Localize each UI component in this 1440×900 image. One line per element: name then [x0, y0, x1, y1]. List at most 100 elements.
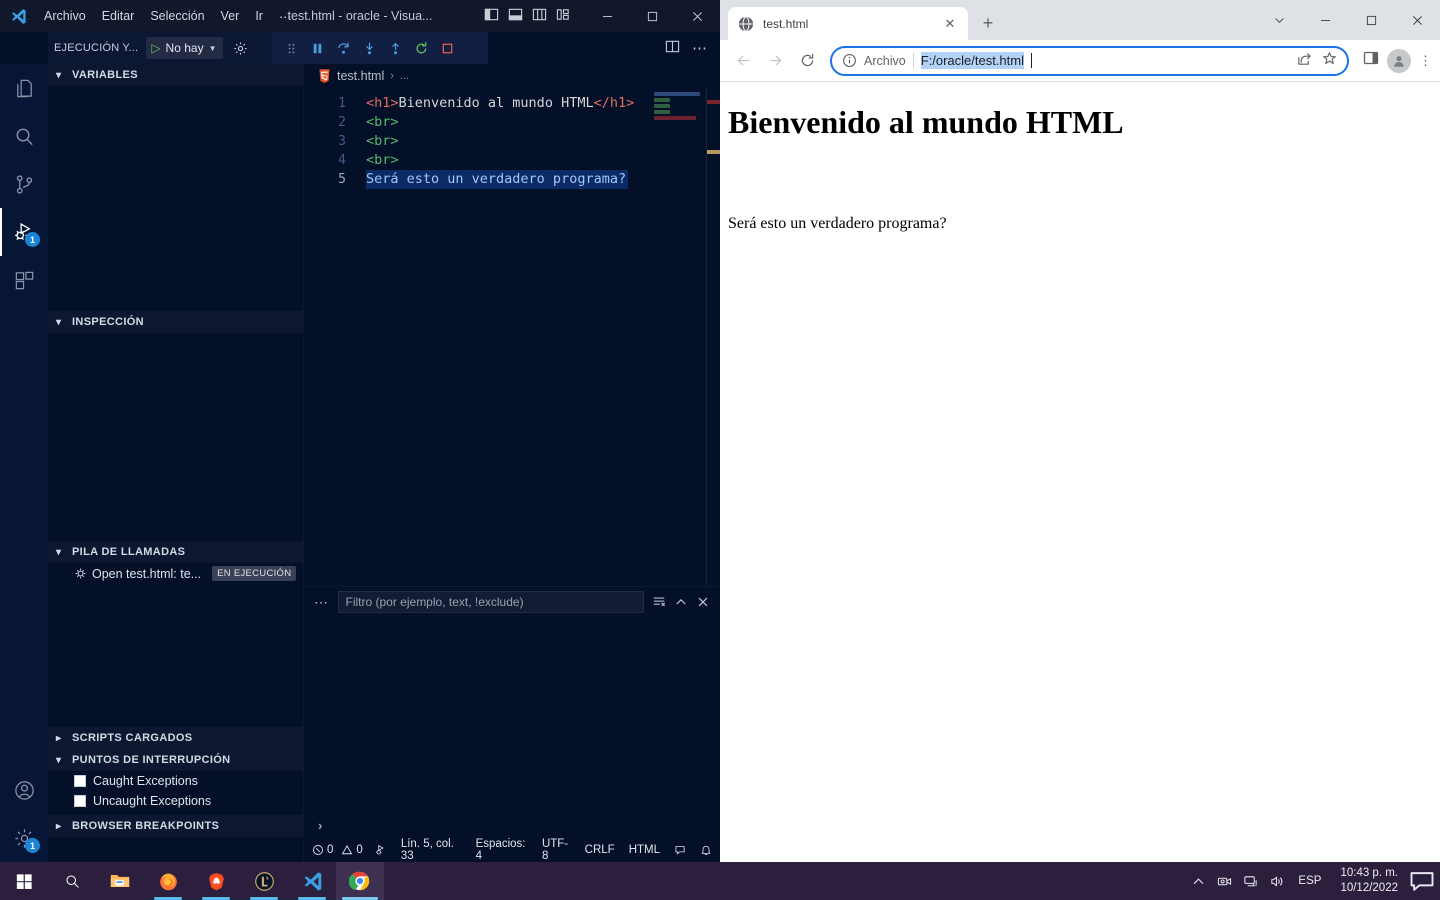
forward-button[interactable] [760, 46, 790, 76]
taskbar-chrome[interactable] [336, 862, 384, 900]
editor-more-icon[interactable]: ⋯ [692, 39, 708, 57]
status-notifications-icon[interactable] [700, 844, 712, 856]
taskbar-league-of-legends[interactable] [240, 862, 288, 900]
toggle-panel-icon[interactable] [508, 7, 523, 25]
debug-settings-gear-icon[interactable] [233, 41, 248, 56]
avatar[interactable] [1387, 48, 1411, 73]
toggle-primary-sidebar-icon[interactable] [484, 7, 499, 25]
browser-tab[interactable]: test.html ✕ [728, 7, 968, 40]
pane-loaded-scripts[interactable]: ▸ SCRIPTS CARGADOS [48, 727, 303, 749]
code-token-text: Bienvenido al mundo HTML [398, 95, 594, 111]
panel-more-icon[interactable]: ⋯ [314, 594, 330, 611]
sidebar-item-accounts[interactable] [0, 766, 48, 814]
step-into-icon[interactable] [358, 37, 380, 59]
close-panel-icon[interactable] [696, 595, 710, 609]
pane-variables[interactable]: ▾ VARIABLES [48, 64, 303, 86]
browser-minimize-button[interactable] [1302, 4, 1348, 36]
checkbox[interactable] [74, 795, 86, 807]
window-minimize-button[interactable] [585, 0, 630, 32]
callstack-row[interactable]: Open test.html: te... EN EJECUCIÓN [48, 563, 303, 584]
debug-config-select[interactable]: ▷ No hay ▼ [146, 37, 223, 59]
sidebar-item-run-and-debug[interactable]: 1 [0, 208, 48, 256]
breakpoint-uncaught-exceptions[interactable]: Uncaught Exceptions [48, 791, 303, 811]
debug-console-prompt[interactable]: › [304, 812, 720, 838]
restart-icon[interactable] [410, 37, 432, 59]
step-out-icon[interactable] [384, 37, 406, 59]
drag-handle-icon[interactable] [280, 37, 302, 59]
taskbar-firefox[interactable] [144, 862, 192, 900]
close-icon[interactable]: ✕ [942, 16, 958, 32]
status-indentation[interactable]: Espacios: 4 [476, 838, 528, 862]
language-indicator[interactable]: ESP [1289, 875, 1330, 887]
browser-close-button[interactable] [1394, 4, 1440, 36]
clear-console-icon[interactable] [652, 595, 666, 609]
customize-layout-icon[interactable] [556, 7, 571, 25]
status-eol[interactable]: CRLF [585, 844, 615, 856]
pane-callstack[interactable]: ▾ PILA DE LLAMADAS [48, 541, 303, 563]
tab-search-icon[interactable] [1256, 4, 1302, 36]
browser-menu-icon[interactable]: ⋮ [1419, 54, 1432, 67]
overview-ruler[interactable] [706, 88, 720, 586]
taskbar-search-button[interactable] [48, 862, 96, 900]
status-cursor-position[interactable]: Lín. 5, col. 33 [401, 838, 462, 862]
toggle-secondary-sidebar-icon[interactable] [532, 7, 547, 25]
layout-toggles[interactable] [484, 7, 585, 25]
status-encoding[interactable]: UTF-8 [542, 838, 571, 862]
minimap[interactable] [654, 88, 706, 586]
volume-icon[interactable] [1263, 862, 1289, 900]
window-close-button[interactable] [675, 0, 720, 32]
pane-breakpoints[interactable]: ▾ PUNTOS DE INTERRUPCIÓN [48, 749, 303, 771]
checkbox[interactable] [74, 775, 86, 787]
breakpoint-caught-exceptions[interactable]: Caught Exceptions [48, 771, 303, 791]
window-maximize-button[interactable] [630, 0, 675, 32]
sidebar-item-explorer[interactable] [0, 64, 48, 112]
breadcrumb-file[interactable]: test.html [337, 69, 384, 83]
sidebar-item-manage[interactable]: 1 [0, 814, 48, 862]
sidebar-item-source-control[interactable] [0, 160, 48, 208]
code-editor[interactable]: 1 2 3 4 5 <h1>Bienvenido al mundo HTML</… [304, 88, 720, 586]
maximize-panel-icon[interactable] [674, 595, 688, 609]
pane-watch[interactable]: ▾ INSPECCIÓN [48, 311, 303, 333]
back-button[interactable] [728, 46, 758, 76]
pane-browser-breakpoints[interactable]: ▸ BROWSER BREAKPOINTS [48, 815, 303, 837]
menu-seleccion[interactable]: Selección [142, 5, 212, 27]
reload-button[interactable] [792, 46, 822, 76]
taskbar-file-explorer[interactable] [96, 862, 144, 900]
debug-console-filter-input[interactable] [337, 591, 644, 613]
action-center-icon[interactable] [1408, 862, 1436, 900]
address-bar[interactable]: Archivo F:/oracle/test.html [830, 45, 1349, 76]
status-problems[interactable]: 0 0 [312, 844, 363, 856]
clock[interactable]: 10:43 p. m. 10/12/2022 [1330, 866, 1408, 896]
share-icon[interactable] [1297, 51, 1312, 71]
menu-archivo[interactable]: Archivo [36, 5, 94, 27]
status-feedback-icon[interactable] [674, 844, 686, 856]
network-icon[interactable] [1237, 862, 1263, 900]
pause-icon[interactable] [306, 37, 328, 59]
taskbar-start-button[interactable] [0, 862, 48, 900]
taskbar-brave[interactable] [192, 862, 240, 900]
status-debug-icon[interactable] [375, 844, 387, 856]
camera-icon[interactable] [1211, 862, 1237, 900]
browser-maximize-button[interactable] [1348, 4, 1394, 36]
info-circle-icon[interactable] [842, 53, 857, 68]
step-over-icon[interactable] [332, 37, 354, 59]
side-panel-icon[interactable] [1363, 50, 1379, 71]
breadcrumb-more[interactable]: ... [400, 70, 409, 82]
split-editor-icon[interactable] [665, 39, 680, 57]
star-icon[interactable] [1322, 51, 1337, 71]
vscode-menubar[interactable]: Archivo Editar Selección Ver Ir ⋯ [36, 5, 299, 28]
omnibox-url-text[interactable]: F:/oracle/test.html [920, 52, 1024, 69]
menu-more[interactable]: ⋯ [271, 5, 300, 28]
new-tab-button[interactable]: + [974, 9, 1002, 37]
tray-expand-icon[interactable] [1185, 862, 1211, 900]
sidebar-item-extensions[interactable] [0, 256, 48, 304]
breadcrumb[interactable]: test.html › ... [304, 64, 720, 88]
sidebar-item-search[interactable] [0, 112, 48, 160]
browser-tabstrip: test.html ✕ + [720, 0, 1440, 40]
status-language-mode[interactable]: HTML [629, 844, 660, 856]
stop-icon[interactable] [436, 37, 458, 59]
menu-editar[interactable]: Editar [94, 5, 143, 27]
menu-ver[interactable]: Ver [213, 5, 248, 27]
taskbar-vscode[interactable] [288, 862, 336, 900]
menu-ir[interactable]: Ir [247, 5, 271, 27]
